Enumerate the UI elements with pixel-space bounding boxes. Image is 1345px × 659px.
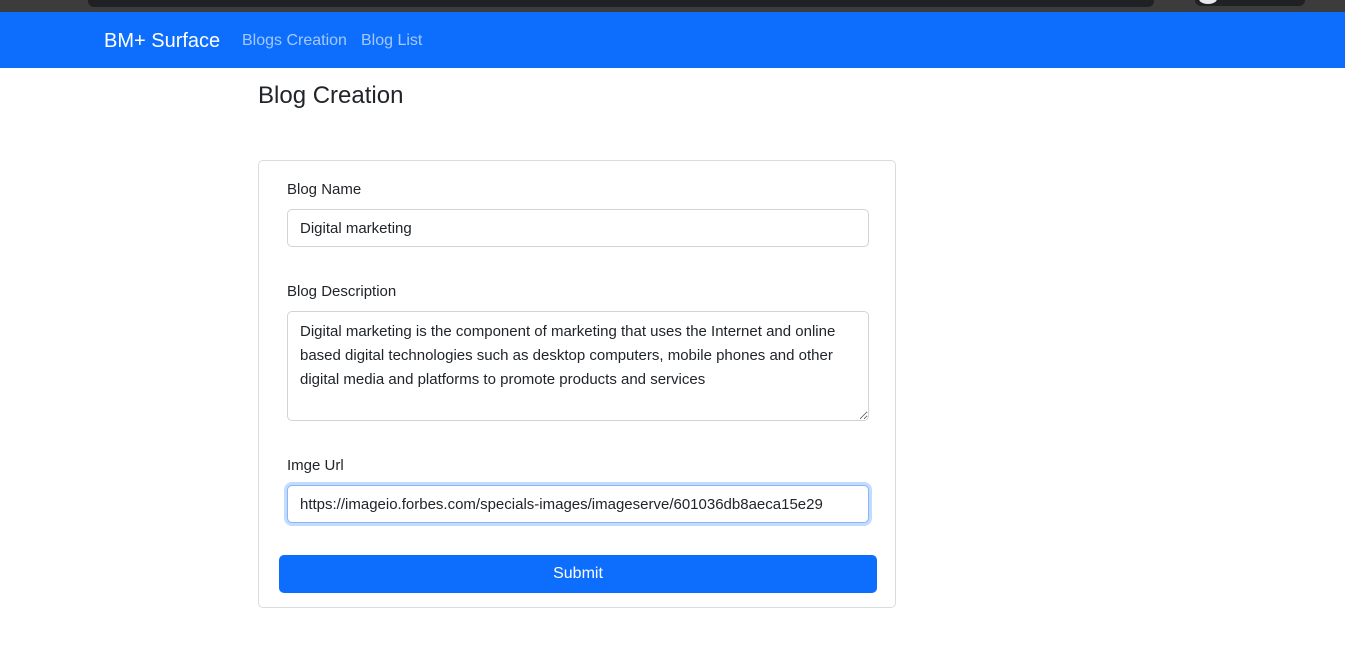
page-title: Blog Creation [258,82,404,109]
nav-link-blog-list[interactable]: Blog List [361,31,422,51]
blog-description-textarea[interactable]: Digital marketing is the component of ma… [287,311,869,421]
blog-description-label: Blog Description [287,283,397,300]
top-navbar: BM+ Surface Blogs Creation Blog List [0,12,1345,68]
navbar-brand[interactable]: BM+ Surface [104,29,220,53]
blog-name-label: Blog Name [287,181,362,198]
nav-link-blogs-creation[interactable]: Blogs Creation [242,31,347,51]
blog-creation-form-card: Blog Name Blog Description Digital marke… [258,160,896,608]
blog-name-input[interactable] [287,209,869,247]
image-url-label: Imge Url [287,457,344,474]
submit-button[interactable]: Submit [279,555,877,593]
browser-address-bar[interactable] [88,0,1154,7]
image-url-input[interactable] [287,485,869,523]
